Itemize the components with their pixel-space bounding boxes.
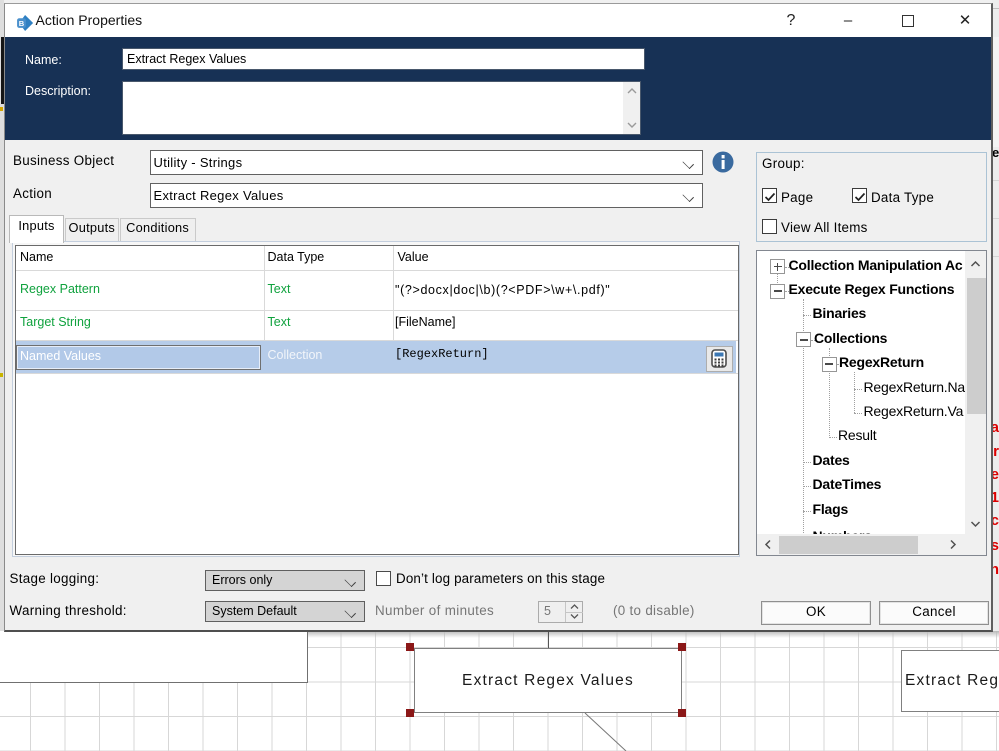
svg-text:B: B — [19, 19, 25, 28]
